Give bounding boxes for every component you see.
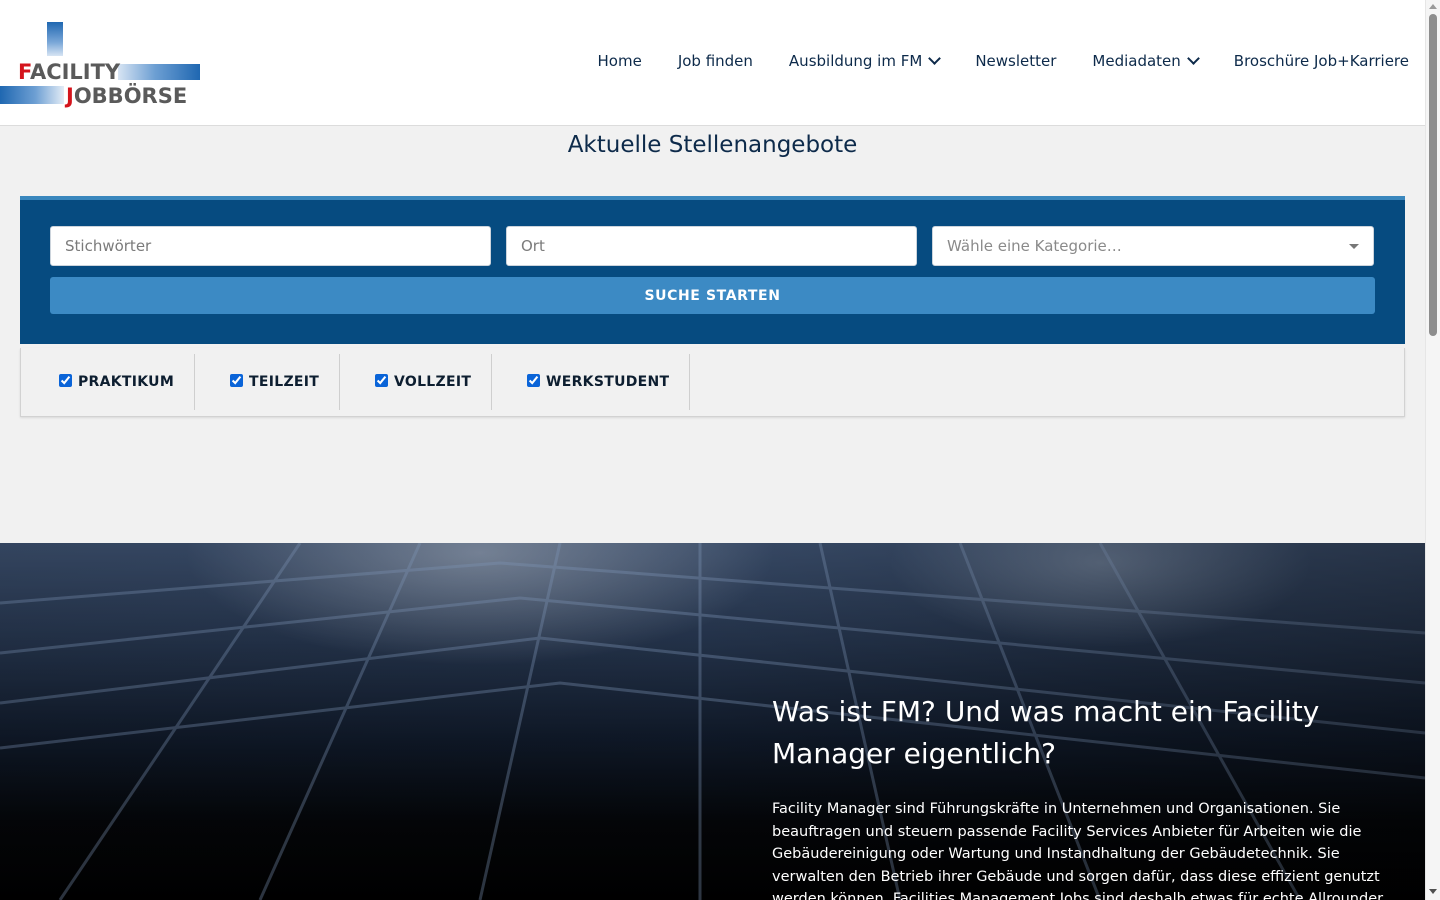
category-select[interactable]: Wähle eine Kategorie… (932, 226, 1374, 266)
filter-teilzeit[interactable]: TEILZEIT (230, 354, 341, 410)
filter-praktikum-label: PRAKTIKUM (78, 374, 175, 390)
keywords-input[interactable] (50, 226, 491, 266)
filter-teilzeit-checkbox[interactable] (230, 374, 243, 387)
chevron-down-icon (1186, 52, 1200, 65)
scroll-up-arrow-icon[interactable] (1429, 4, 1437, 9)
logo-vertical-bar (47, 22, 63, 56)
scrollbar-thumb[interactable] (1429, 14, 1437, 336)
logo-word-facility: FACILITY (18, 60, 121, 84)
filter-werkstudent[interactable]: WERKSTUDENT (527, 354, 691, 410)
filter-vollzeit[interactable]: VOLLZEIT (375, 354, 493, 410)
hero-title: Was ist FM? Und was macht ein Facility M… (772, 695, 1320, 770)
site-header: FACILITY JOBBÖRSE Home Job finden Ausbil… (0, 0, 1425, 126)
hero-section: Was ist FM? Und was macht ein Facility M… (0, 543, 1425, 900)
logo-horizontal-bar-top (118, 64, 200, 80)
filter-werkstudent-label: WERKSTUDENT (546, 374, 670, 390)
filter-praktikum[interactable]: PRAKTIKUM (59, 354, 196, 410)
chevron-down-icon (928, 52, 942, 65)
nav-item-newsletter[interactable]: Newsletter (975, 52, 1056, 70)
main-nav: Home Job finden Ausbildung im FM Newslet… (598, 52, 1409, 70)
scroll-down-arrow-icon[interactable] (1429, 889, 1437, 894)
facility-jobboerse-logo[interactable]: FACILITY JOBBÖRSE (0, 22, 202, 108)
logo-word-jobboerse: JOBBÖRSE (66, 84, 188, 108)
logo-horizontal-bar-bottom (0, 86, 64, 104)
nav-item-ausbildung[interactable]: Ausbildung im FM (789, 52, 942, 70)
nav-item-job-finden[interactable]: Job finden (678, 52, 753, 70)
caret-down-icon (1349, 244, 1359, 249)
page-title: Aktuelle Stellenangebote (567, 132, 858, 158)
search-submit-button[interactable]: SUCHE STARTEN (50, 277, 1375, 314)
hero-text: Facility Manager sind Führungskräfte in … (772, 801, 1388, 900)
filter-praktikum-checkbox[interactable] (59, 374, 72, 387)
filter-vollzeit-checkbox[interactable] (375, 374, 388, 387)
filter-teilzeit-label: TEILZEIT (249, 374, 320, 390)
filter-vollzeit-label: VOLLZEIT (394, 374, 472, 390)
filter-werkstudent-checkbox[interactable] (527, 374, 540, 387)
location-input[interactable] (506, 226, 917, 266)
nav-item-home[interactable]: Home (598, 52, 642, 70)
page-scrollbar[interactable] (1425, 0, 1440, 900)
category-select-placeholder: Wähle eine Kategorie… (947, 237, 1122, 255)
nav-item-broschuere[interactable]: Broschüre Job+Karriere (1234, 52, 1409, 70)
job-search-panel: Wähle eine Kategorie… SUCHE STARTEN (20, 196, 1405, 344)
job-type-filters: PRAKTIKUM TEILZEIT VOLLZEIT WERKSTUDENT (20, 348, 1405, 417)
nav-item-mediadaten[interactable]: Mediadaten (1092, 52, 1200, 70)
